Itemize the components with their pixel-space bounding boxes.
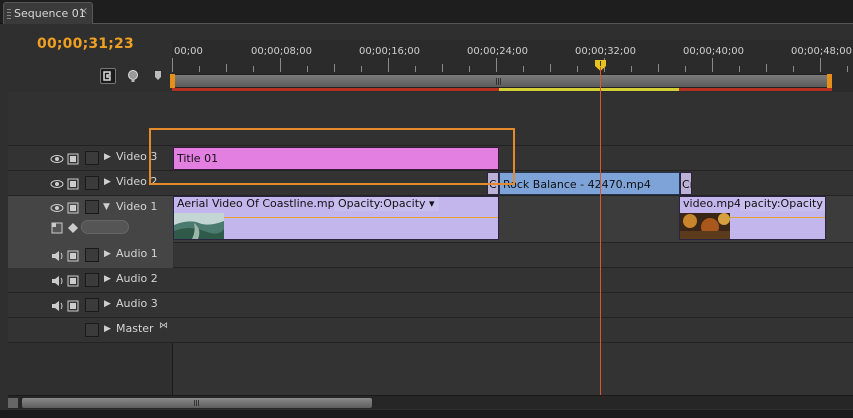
tab-title: Sequence 01 [14,7,86,20]
ruler-label: 00;00;48;00 [791,46,853,57]
expand-triangle-icon[interactable]: ▶ [104,177,111,187]
eye-icon[interactable] [50,177,64,191]
filmstrip-icon[interactable] [66,177,80,191]
ruler-label: 00;00;24;00 [467,46,529,57]
clip-rock-balance[interactable]: Rock Balance - 42470.mp4 [499,172,680,195]
collapse-triangle-icon[interactable]: ▼ [103,202,110,212]
tab-sequence-01[interactable]: Sequence 01 × [3,2,93,24]
panel-tab-bar: Sequence 01 × [0,0,853,24]
playhead-timecode[interactable]: 00;00;31;23 [37,36,134,52]
track-header-audio2: ▶ Audio 2 [8,268,173,293]
clip-label: Rock Balance - 42470.mp4 [503,178,651,191]
zoom-scroll-bar[interactable] [172,74,832,88]
zoom-handle-right[interactable] [827,74,832,88]
clip-label: Aerial Video Of Coastline.mp4 [177,197,342,210]
eye-icon[interactable] [50,152,64,166]
expand-triangle-icon[interactable]: ▶ [104,324,111,334]
transition-label: Cr [682,178,691,191]
scroll-left-handle[interactable] [8,398,18,408]
track-lock-toggle[interactable] [85,176,99,190]
clip-label: video.mp4 [683,197,742,210]
speaker-icon[interactable] [50,274,64,288]
ruler-label: 00;00;16;00 [359,46,421,57]
horizontal-scrollbar[interactable] [8,395,853,409]
effect-dropdown-label: pacity:Opacity [744,197,823,210]
filmstrip-icon[interactable] [66,299,80,313]
filmstrip-icon[interactable] [66,274,80,288]
tab-grip[interactable] [7,9,11,19]
selection-highlight [149,128,515,185]
expand-triangle-icon[interactable]: ▶ [104,249,111,259]
expand-triangle-icon[interactable]: ▶ [104,299,111,309]
render-bar-yellow [499,88,679,91]
filmstrip-icon[interactable] [66,249,80,263]
thumbnail-video [680,213,730,239]
track-header-audio3: ▶ Audio 3 [8,293,173,318]
thumbnail-coastline [174,213,224,239]
track-name: Audio 3 [116,297,158,310]
timeline-tools [100,68,166,86]
effect-dropdown[interactable]: pacity:Opacity ▾ [740,197,825,211]
track-lock-toggle[interactable] [85,323,99,337]
effect-dropdown[interactable]: Opacity:Opacity ▾ [334,197,439,211]
track-lock-toggle[interactable] [85,151,99,165]
keyframe-navigator[interactable] [81,220,129,234]
track-header-audio1: ▶ Audio 1 [8,243,173,268]
tab-divider [93,23,853,24]
ruler-label: 00;00;40;00 [683,46,745,57]
status-bar [0,410,853,418]
effect-dropdown-label: Opacity:Opacity [338,197,426,210]
display-style-icon[interactable] [50,221,64,235]
track-name: Video 1 [116,200,158,213]
zoom-grip-icon [496,78,501,85]
ruler-label: 00;00;08;00 [251,46,313,57]
transition-right[interactable]: Cr [680,172,692,195]
track-header-master: ▶ Master ⋈ [8,318,173,343]
speaker-icon[interactable] [50,299,64,313]
filmstrip-icon[interactable] [66,201,80,215]
track-lock-toggle[interactable] [85,200,99,214]
marker-icon[interactable] [150,68,166,84]
filmstrip-icon[interactable] [66,152,80,166]
track-lock-toggle[interactable] [85,273,99,287]
scroll-thumb[interactable] [22,398,372,408]
track-name: Audio 2 [116,272,158,285]
eye-icon[interactable] [50,201,64,215]
clip-video-mp4[interactable]: video.mp4 pacity:Opacity ▾ [679,196,826,240]
expand-triangle-icon[interactable]: ▶ [104,152,111,162]
track-header-video1: ▼ Video 1 [8,196,173,243]
track-lock-toggle[interactable] [85,248,99,262]
track-name: Audio 1 [116,247,158,260]
speaker-icon[interactable] [50,249,64,263]
ruler-label: 00;00;32;00 [575,46,637,57]
zoom-handle-left[interactable] [170,74,175,88]
playhead-line[interactable] [600,67,601,395]
snap-icon[interactable] [100,68,116,84]
ruler-label: 00;00 [174,46,203,57]
master-bounds-icon[interactable]: ⋈ [159,321,168,331]
track-name: Master [116,322,154,335]
expand-triangle-icon[interactable]: ▶ [104,274,111,284]
scroll-grip-icon [194,400,199,406]
ruler-ticks [172,58,848,72]
clip-aerial-coastline[interactable]: Aerial Video Of Coastline.mp4 Opacity:Op… [173,196,499,240]
set-marker-icon[interactable] [125,68,141,84]
close-tab-icon[interactable]: × [80,6,88,17]
keyframe-icon[interactable] [66,221,80,235]
track-lock-toggle[interactable] [85,298,99,312]
